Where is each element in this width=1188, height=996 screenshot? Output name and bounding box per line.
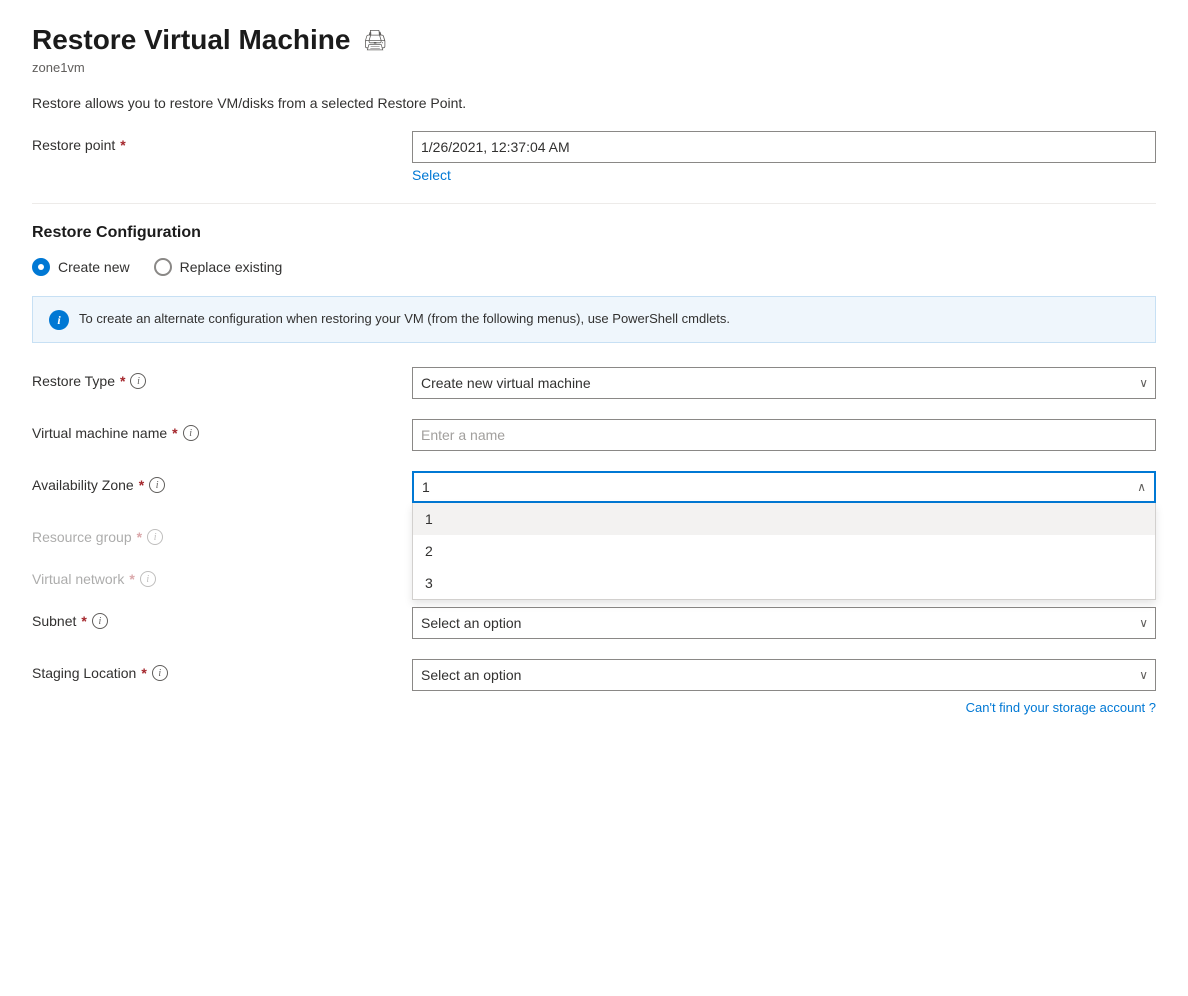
required-marker: * <box>139 477 144 493</box>
resource-group-info-icon[interactable]: i <box>147 529 163 545</box>
resource-group-label: Resource group * i <box>32 523 412 545</box>
required-marker: * <box>141 665 146 681</box>
vm-name-label: Virtual machine name * i <box>32 419 412 441</box>
create-new-radio[interactable] <box>32 258 50 276</box>
page-description: Restore allows you to restore VM/disks f… <box>32 95 1156 111</box>
az-selected-box[interactable]: 1 ∧ <box>412 471 1156 503</box>
availability-zone-info-icon[interactable]: i <box>149 477 165 493</box>
create-new-option[interactable]: Create new <box>32 258 130 276</box>
staging-location-select[interactable]: Select an option <box>412 659 1156 691</box>
subtitle: zone1vm <box>32 60 1156 75</box>
subnet-dropdown-wrapper: Select an option ∨ <box>412 607 1156 639</box>
required-marker: * <box>120 373 125 389</box>
restore-config-heading: Restore Configuration <box>32 224 1156 242</box>
restore-type-control: Create new virtual machine Restore disks… <box>412 367 1156 399</box>
required-marker: * <box>120 137 125 153</box>
restore-point-select-link[interactable]: Select <box>412 167 1156 183</box>
replace-existing-radio[interactable] <box>154 258 172 276</box>
restore-point-input[interactable] <box>412 131 1156 163</box>
availability-zone-control: 1 ∧ 1 2 3 <box>412 471 1156 503</box>
restore-config-radio-group: Create new Replace existing <box>32 258 1156 276</box>
subnet-info-icon[interactable]: i <box>92 613 108 629</box>
virtual-network-label: Virtual network * i <box>32 565 412 587</box>
restore-point-control: Select <box>412 131 1156 183</box>
az-option-2[interactable]: 2 <box>413 535 1155 567</box>
staging-location-row: Staging Location * i Select an option ∨ … <box>32 659 1156 715</box>
print-icon[interactable]: 🖨 <box>362 28 387 53</box>
cant-find-storage-link[interactable]: Can't find your storage account ? <box>966 700 1156 715</box>
restore-point-row: Restore point * Select <box>32 131 1156 183</box>
availability-zone-label: Availability Zone * i <box>32 471 412 493</box>
staging-location-control: Select an option ∨ Can't find your stora… <box>412 659 1156 715</box>
vm-name-input[interactable] <box>412 419 1156 451</box>
vm-name-row: Virtual machine name * i <box>32 419 1156 451</box>
restore-type-label: Restore Type * i <box>32 367 412 389</box>
required-marker: * <box>81 613 86 629</box>
az-dropdown-container: 1 ∧ 1 2 3 <box>412 471 1156 503</box>
vm-name-info-icon[interactable]: i <box>183 425 199 441</box>
virtual-network-info-icon[interactable]: i <box>140 571 156 587</box>
subnet-control: Select an option ∨ <box>412 607 1156 639</box>
az-dropdown-list: 1 2 3 <box>412 503 1156 600</box>
page-header: Restore Virtual Machine 🖨 <box>32 24 1156 56</box>
required-marker: * <box>137 529 142 545</box>
az-option-1[interactable]: 1 <box>413 503 1155 535</box>
restore-type-dropdown-wrapper: Create new virtual machine Restore disks… <box>412 367 1156 399</box>
info-banner-text: To create an alternate configuration whe… <box>79 309 730 329</box>
staging-location-info-icon[interactable]: i <box>152 665 168 681</box>
az-option-3[interactable]: 3 <box>413 567 1155 599</box>
subnet-label: Subnet * i <box>32 607 412 629</box>
availability-zone-row: Availability Zone * i 1 ∧ 1 2 3 <box>32 471 1156 503</box>
required-marker: * <box>172 425 177 441</box>
restore-type-row: Restore Type * i Create new virtual mach… <box>32 367 1156 399</box>
az-chevron-up-icon: ∧ <box>1137 480 1146 494</box>
az-selected-value: 1 <box>422 479 430 495</box>
restore-type-select[interactable]: Create new virtual machine Restore disks <box>412 367 1156 399</box>
staging-location-label: Staging Location * i <box>32 659 412 681</box>
restore-point-label: Restore point * <box>32 131 412 153</box>
restore-type-info-icon[interactable]: i <box>130 373 146 389</box>
subnet-row: Subnet * i Select an option ∨ <box>32 607 1156 639</box>
required-marker: * <box>129 571 134 587</box>
replace-existing-label: Replace existing <box>180 259 283 275</box>
subnet-select[interactable]: Select an option <box>412 607 1156 639</box>
info-banner-icon: i <box>49 310 69 330</box>
info-banner: i To create an alternate configuration w… <box>32 296 1156 343</box>
vm-name-control <box>412 419 1156 451</box>
page-title: Restore Virtual Machine <box>32 24 350 56</box>
create-new-label: Create new <box>58 259 130 275</box>
replace-existing-option[interactable]: Replace existing <box>154 258 283 276</box>
staging-location-dropdown-wrapper: Select an option ∨ <box>412 659 1156 691</box>
cant-find-link-container: Can't find your storage account ? <box>412 699 1156 715</box>
